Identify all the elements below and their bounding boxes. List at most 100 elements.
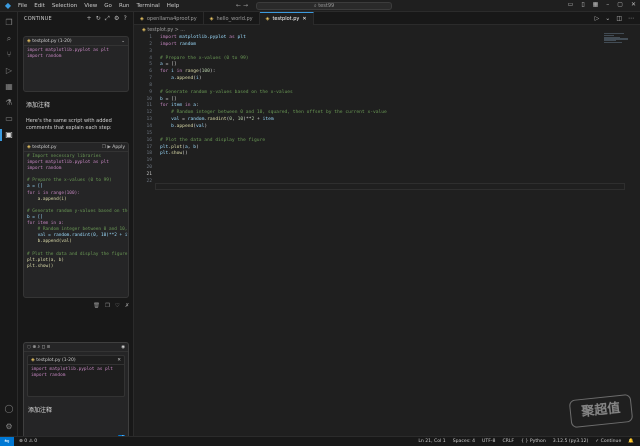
maximize-icon[interactable]: ▢: [617, 1, 623, 8]
copy-message-icon[interactable]: ❐: [105, 303, 110, 309]
notifications-icon[interactable]: 🔔: [628, 439, 634, 444]
layout-sidebar-icon[interactable]: ▯: [581, 1, 584, 8]
context-snippet[interactable]: ◈ testplot.py (1-20) ✕ import matplotlib…: [27, 355, 125, 397]
continue-label: Continue: [600, 439, 622, 444]
cursor-position[interactable]: Ln 21, Col 1: [418, 439, 445, 444]
close-tab-icon[interactable]: ✕: [302, 16, 306, 22]
extensions-icon[interactable]: ▦: [4, 82, 14, 92]
apply-button[interactable]: Apply: [112, 145, 125, 150]
line-number: 16: [146, 137, 152, 143]
delete-icon[interactable]: 🗑: [93, 303, 100, 309]
input-settings-icon[interactable]: ◉: [121, 345, 125, 350]
run-debug-icon[interactable]: ▷: [4, 66, 14, 76]
menu-file[interactable]: File: [18, 3, 27, 9]
card-header: ◈ testplot.py (1-20) ⌄: [24, 37, 128, 46]
copy-icon[interactable]: ❐: [102, 145, 106, 150]
run-dropdown-icon[interactable]: ⌄: [605, 15, 610, 22]
menu-view[interactable]: View: [84, 3, 97, 9]
encoding[interactable]: UTF-8: [482, 439, 495, 444]
activity-bar: ❐ ⌕ ⑂ ▷ ▦ ⚗ ▭ ▣ ◯ ⚙: [0, 12, 18, 436]
thumbs-down-icon[interactable]: ✗: [125, 303, 130, 309]
sidebar-actions: + ↻ ⤢ ⚙ ?: [87, 15, 127, 23]
line-number: 7: [149, 76, 152, 82]
line-number: 3: [149, 48, 152, 54]
python-file-icon: ◈: [209, 15, 214, 22]
card-header: ◈ testplot.py ❐ ▶ Apply: [24, 143, 128, 152]
language-mode[interactable]: { } Python: [521, 439, 546, 444]
thumbs-up-icon[interactable]: ♡: [115, 303, 120, 309]
testing-icon[interactable]: ⚗: [4, 98, 14, 108]
line-number: 13: [146, 117, 152, 123]
tab-testplot[interactable]: ◈ testplot.py ✕: [259, 12, 314, 25]
help-icon[interactable]: ?: [124, 15, 127, 23]
remote-indicator-icon[interactable]: ⇋: [0, 436, 14, 446]
remote-explorer-icon[interactable]: ▭: [4, 114, 14, 124]
close-window-icon[interactable]: ✕: [631, 1, 636, 8]
line-number: 22: [146, 178, 152, 184]
chat-input-text[interactable]: 添加注释: [28, 405, 52, 414]
code-line: import matplotlib.pyplot as plt: [31, 367, 113, 372]
context-card-1[interactable]: ◈ testplot.py (1-20) ⌄ import matplotlib…: [23, 36, 129, 92]
tab-openllama4proof[interactable]: ◈ openllama4proof.py: [134, 12, 204, 25]
back-arrow-icon[interactable]: ←: [236, 2, 241, 9]
continue-status[interactable]: ✓ Continue: [595, 439, 621, 444]
layout-grid-icon[interactable]: ▦: [593, 1, 599, 8]
code-line: import random: [27, 54, 62, 60]
line-numbers: 1 2 3 4 5 6 7 8 9 10 11 12 13 14 15 16 17 18 19 20 21 22: [138, 35, 152, 186]
line-number: 15: [146, 130, 152, 136]
minimap-line: [604, 41, 622, 44]
command-center-search[interactable]: ⌕ test99: [256, 2, 392, 10]
menu-terminal[interactable]: Terminal: [136, 3, 159, 9]
new-session-icon[interactable]: +: [87, 15, 92, 23]
editor-code[interactable]: import matplotlib.pyplot as plt import r…: [160, 35, 387, 165]
menu-go[interactable]: Go: [104, 3, 112, 9]
settings-gear-icon[interactable]: ⚙: [4, 422, 14, 432]
nav-arrows: ← →: [236, 2, 248, 9]
line-number: 2: [149, 41, 152, 47]
fullscreen-icon[interactable]: ⤢: [105, 15, 110, 23]
menu-selection[interactable]: Selection: [52, 3, 77, 9]
source-control-icon[interactable]: ⑂: [4, 50, 14, 60]
more-icon[interactable]: ⚙: [114, 15, 120, 23]
card-file-name: testplot.py: [32, 144, 57, 150]
tab-label: hello_world.py: [216, 15, 253, 22]
minimize-icon[interactable]: –: [606, 1, 609, 8]
menu-run[interactable]: Run: [119, 3, 130, 9]
explorer-icon[interactable]: ❐: [4, 18, 14, 28]
split-editor-icon[interactable]: ◫: [616, 15, 622, 22]
account-icon[interactable]: ◯: [4, 404, 14, 414]
insert-icon[interactable]: ▶: [107, 145, 110, 150]
collapse-icon[interactable]: ⌄: [121, 39, 125, 44]
layout-panel-icon[interactable]: ▭: [568, 1, 574, 8]
breadcrumb-text: testplot.py > ...: [147, 28, 185, 33]
more-actions-icon[interactable]: ⋯: [628, 15, 634, 22]
card-code: import matplotlib.pyplot as plt import r…: [24, 46, 128, 62]
minimap[interactable]: [604, 33, 632, 47]
history-icon[interactable]: ↻: [96, 15, 101, 23]
assistant-message: Here's the same script with added commen…: [26, 118, 112, 131]
menu-help[interactable]: Help: [167, 3, 180, 9]
menu-edit[interactable]: Edit: [34, 3, 45, 9]
breadcrumb[interactable]: ◈ testplot.py > ...: [142, 27, 185, 33]
menu-bar: File Edit Selection View Go Run Terminal…: [18, 3, 179, 9]
user-message: 添加注释: [26, 102, 51, 109]
search-activity-icon[interactable]: ⌕: [4, 34, 14, 44]
current-line-highlight: [155, 183, 625, 190]
python-file-icon: ◈: [27, 38, 31, 44]
line-endings[interactable]: CRLF: [502, 439, 514, 444]
forward-arrow-icon[interactable]: →: [243, 2, 248, 9]
chat-input-box[interactable]: ◌ ⊕ ⌕ ◻ ≡ ◉ ◈ testplot.py (1-20) ✕ impor…: [23, 342, 129, 444]
snippet-code: import matplotlib.pyplot as plt import r…: [28, 365, 124, 381]
python-interpreter[interactable]: 3.12.5 (py3.12): [553, 439, 589, 444]
tab-hello-world[interactable]: ◈ hello_world.py: [204, 12, 260, 25]
run-file-icon[interactable]: ▷: [595, 15, 600, 22]
continue-icon[interactable]: ▣: [4, 130, 14, 140]
context-icons[interactable]: ◌ ⊕ ⌕ ◻ ≡: [27, 344, 50, 350]
title-bar: ◆ File Edit Selection View Go Run Termin…: [0, 0, 640, 12]
errors-warnings[interactable]: ⊗ 0 ⚠ 0: [19, 439, 37, 444]
line-number: 20: [146, 165, 152, 171]
remove-snippet-icon[interactable]: ✕: [117, 358, 121, 363]
indentation[interactable]: Spaces: 4: [453, 439, 475, 444]
code-line: plt.show(): [27, 263, 54, 269]
watermark-logo: 聚超值: [568, 393, 634, 429]
